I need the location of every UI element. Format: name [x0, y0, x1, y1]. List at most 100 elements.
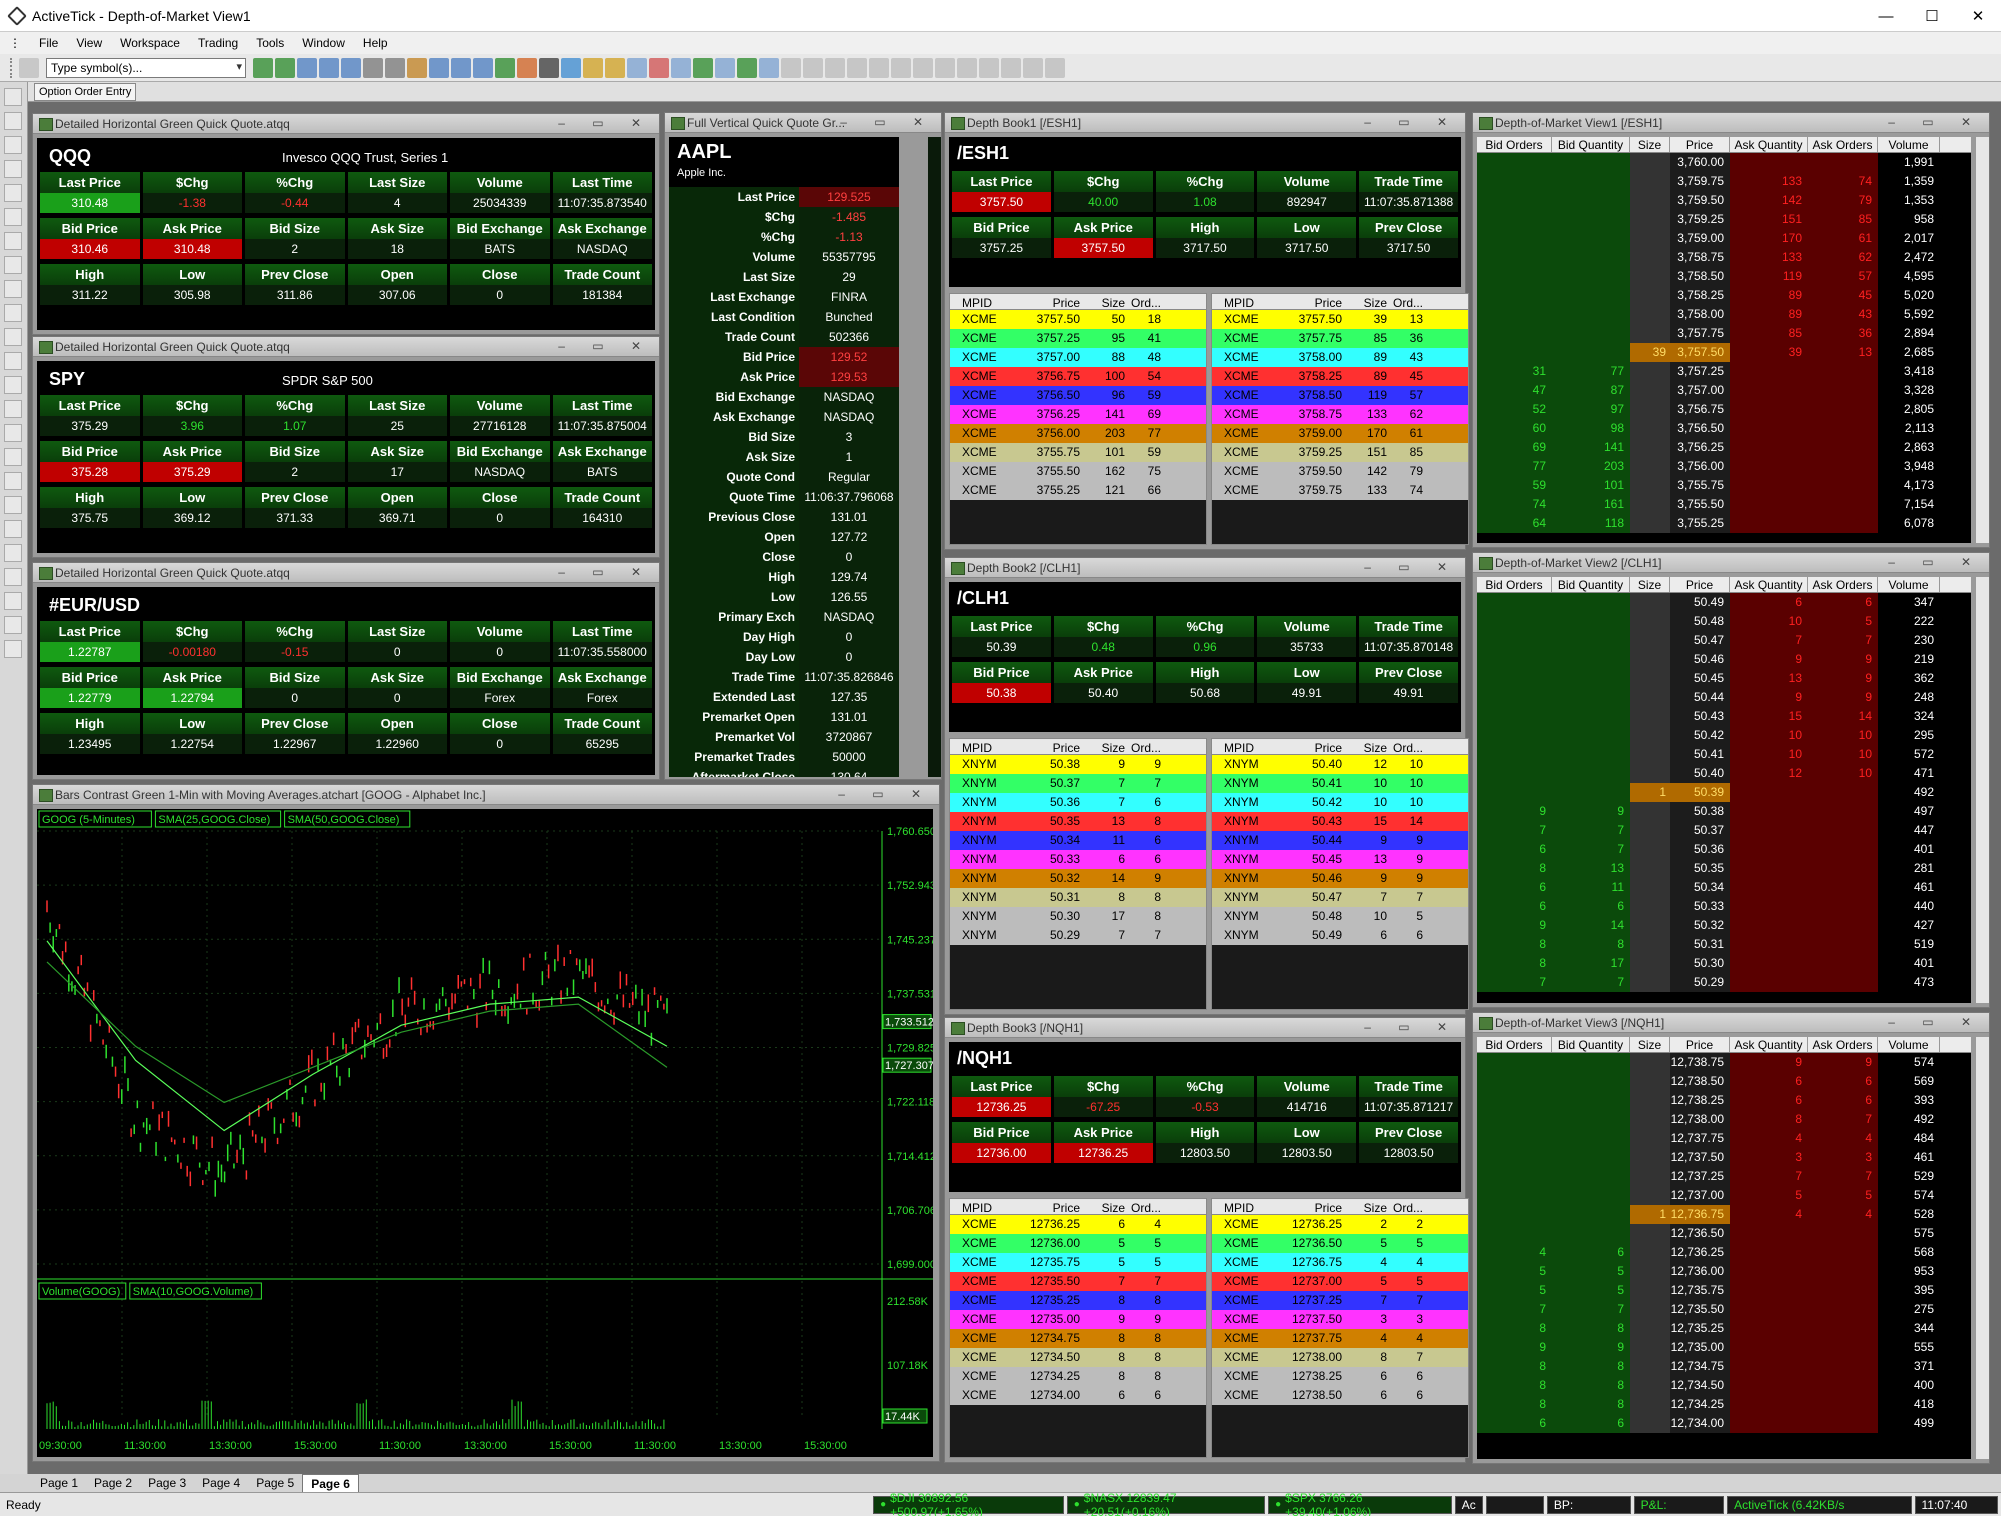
dom-cell[interactable] — [1630, 916, 1670, 935]
book-row[interactable]: XCME 12734.75 8 8 — [950, 1329, 1206, 1348]
dom-cell[interactable] — [1630, 457, 1670, 476]
dom-row[interactable]: 50.46 9 9 219 — [1477, 650, 1971, 669]
dom-cell[interactable] — [1552, 286, 1630, 305]
dom-cell[interactable]: 79 — [1808, 191, 1878, 210]
dom-cell[interactable] — [1630, 1072, 1670, 1091]
dom-cell[interactable]: 17 — [1552, 954, 1630, 973]
dom-cell[interactable] — [1808, 859, 1878, 878]
dom-column-header[interactable]: Size — [1630, 577, 1670, 592]
dom-cell[interactable]: 9 — [1552, 802, 1630, 821]
dom-cell[interactable]: 52 — [1477, 400, 1552, 419]
drawing-tool-icon[interactable] — [4, 568, 22, 586]
dom-cell[interactable]: 9 — [1477, 802, 1552, 821]
dom-cell[interactable] — [1552, 669, 1630, 688]
dom-row[interactable]: 8 8 12,735.25 344 — [1477, 1319, 1971, 1338]
dom-cell[interactable]: 118 — [1552, 514, 1630, 533]
dom-cell[interactable]: 50.36 — [1670, 840, 1730, 859]
dom-cell[interactable]: 170 — [1730, 229, 1808, 248]
dom-cell[interactable]: 3,757.75 — [1670, 324, 1730, 343]
drawing-tool-icon[interactable] — [4, 448, 22, 466]
dom-cell[interactable] — [1552, 1205, 1630, 1224]
dom-cell[interactable]: 50.29 — [1670, 973, 1730, 992]
dom-column-header[interactable]: Size — [1630, 137, 1670, 152]
dom-cell[interactable]: 6 — [1730, 1091, 1808, 1110]
dom-cell[interactable] — [1808, 802, 1878, 821]
drawing-tool-icon[interactable] — [4, 256, 22, 274]
dom-cell[interactable]: 50.46 — [1670, 650, 1730, 669]
toolbar-tool-icon[interactable] — [847, 57, 867, 78]
dom-cell[interactable] — [1808, 954, 1878, 973]
book-column-header[interactable]: MPID — [950, 1199, 1022, 1215]
dom-cell[interactable] — [1630, 726, 1670, 745]
book-column-header[interactable]: Size — [1080, 739, 1125, 755]
book-row[interactable]: XNYM 50.29 7 7 — [950, 926, 1206, 945]
dom-cell[interactable] — [1630, 878, 1670, 897]
dom-cell[interactable]: 50.41 — [1670, 745, 1730, 764]
dom-column-header[interactable]: Ask Orders — [1808, 1037, 1878, 1052]
dom-cell[interactable] — [1552, 248, 1630, 267]
book-column-header[interactable]: MPID — [950, 294, 1022, 310]
dom-cell[interactable] — [1730, 1395, 1808, 1414]
book-row[interactable]: XCME 12737.50 3 3 — [1212, 1310, 1468, 1329]
dom-cell[interactable]: 7 — [1477, 973, 1552, 992]
dom-cell[interactable] — [1730, 476, 1808, 495]
toolbar-tool-icon[interactable] — [935, 57, 955, 78]
dom-column-header[interactable]: Ask Quantity — [1730, 1037, 1808, 1052]
toolbar-tool-icon[interactable] — [979, 57, 999, 78]
dom-cell[interactable]: 12 — [1730, 764, 1808, 783]
dom-row[interactable]: 77 203 3,756.00 3,948 — [1477, 457, 1971, 476]
dom-cell[interactable]: 9 — [1808, 650, 1878, 669]
dom-cell[interactable]: 3,756.25 — [1670, 438, 1730, 457]
drawing-tool-icon[interactable] — [4, 352, 22, 370]
dom-cell[interactable]: 12,738.50 — [1670, 1072, 1730, 1091]
dom-cell[interactable] — [1808, 935, 1878, 954]
dom-cell[interactable]: 12,734.75 — [1670, 1357, 1730, 1376]
dom-cell[interactable]: 8 — [1477, 1395, 1552, 1414]
dom-cell[interactable]: 7 — [1552, 840, 1630, 859]
dom-row[interactable]: 50.49 6 6 347 — [1477, 593, 1971, 612]
book-column-header[interactable]: MPID — [950, 739, 1022, 755]
dom-cell[interactable]: 3,758.00 — [1670, 305, 1730, 324]
dom-cell[interactable]: 77 — [1477, 457, 1552, 476]
toolbar-tool-icon[interactable] — [715, 57, 735, 78]
book-row[interactable]: XCME 3758.75 133 62 — [1212, 405, 1468, 424]
dom-cell[interactable] — [1552, 191, 1630, 210]
dom-cell[interactable] — [1630, 1281, 1670, 1300]
book-row[interactable]: XCME 3759.25 151 85 — [1212, 443, 1468, 462]
toolbar-tool-icon[interactable] — [957, 57, 977, 78]
book-row[interactable]: XNYM 50.44 9 9 — [1212, 831, 1468, 850]
maximize-icon[interactable]: ☐ — [1909, 0, 1955, 32]
dom-cell[interactable] — [1630, 1186, 1670, 1205]
dom-cell[interactable] — [1808, 438, 1878, 457]
dom-cell[interactable]: 8 — [1477, 1376, 1552, 1395]
book-row[interactable]: XNYM 50.31 8 8 — [950, 888, 1206, 907]
book-column-header[interactable]: Ord... — [1125, 739, 1165, 755]
book-column-header[interactable]: Price — [1284, 1199, 1342, 1215]
dom-cell[interactable] — [1477, 324, 1552, 343]
dom-cell[interactable]: 3,760.00 — [1670, 153, 1730, 172]
dom-cell[interactable] — [1630, 764, 1670, 783]
book-row[interactable]: XCME 12735.25 8 8 — [950, 1291, 1206, 1310]
dom-cell[interactable]: 7 — [1477, 821, 1552, 840]
book-row[interactable]: XCME 12737.00 5 5 — [1212, 1272, 1468, 1291]
book-row[interactable]: XNYM 50.47 7 7 — [1212, 888, 1468, 907]
dom-cell[interactable]: 12,734.00 — [1670, 1414, 1730, 1433]
dom-cell[interactable] — [1730, 783, 1808, 802]
book-column-header[interactable]: Price — [1284, 739, 1342, 755]
dom-cell[interactable]: 10 — [1808, 726, 1878, 745]
dom-cell[interactable]: 85 — [1730, 324, 1808, 343]
dom-cell[interactable]: 50.49 — [1670, 593, 1730, 612]
dom-cell[interactable] — [1630, 612, 1670, 631]
dom-cell[interactable] — [1552, 764, 1630, 783]
book-row[interactable]: XCME 3755.75 101 59 — [950, 443, 1206, 462]
dom-cell[interactable]: 60 — [1477, 419, 1552, 438]
dom-cell[interactable] — [1477, 1110, 1552, 1129]
dom-cell[interactable] — [1552, 745, 1630, 764]
dom-cell[interactable]: 50.39 — [1670, 783, 1730, 802]
dom-row[interactable]: 74 161 3,755.50 7,154 — [1477, 495, 1971, 514]
dom-cell[interactable] — [1477, 726, 1552, 745]
book-row[interactable]: XCME 3755.50 162 75 — [950, 462, 1206, 481]
dom-cell[interactable] — [1552, 631, 1630, 650]
book-row[interactable]: XCME 12736.25 6 4 — [950, 1215, 1206, 1234]
drawing-tool-icon[interactable] — [4, 184, 22, 202]
